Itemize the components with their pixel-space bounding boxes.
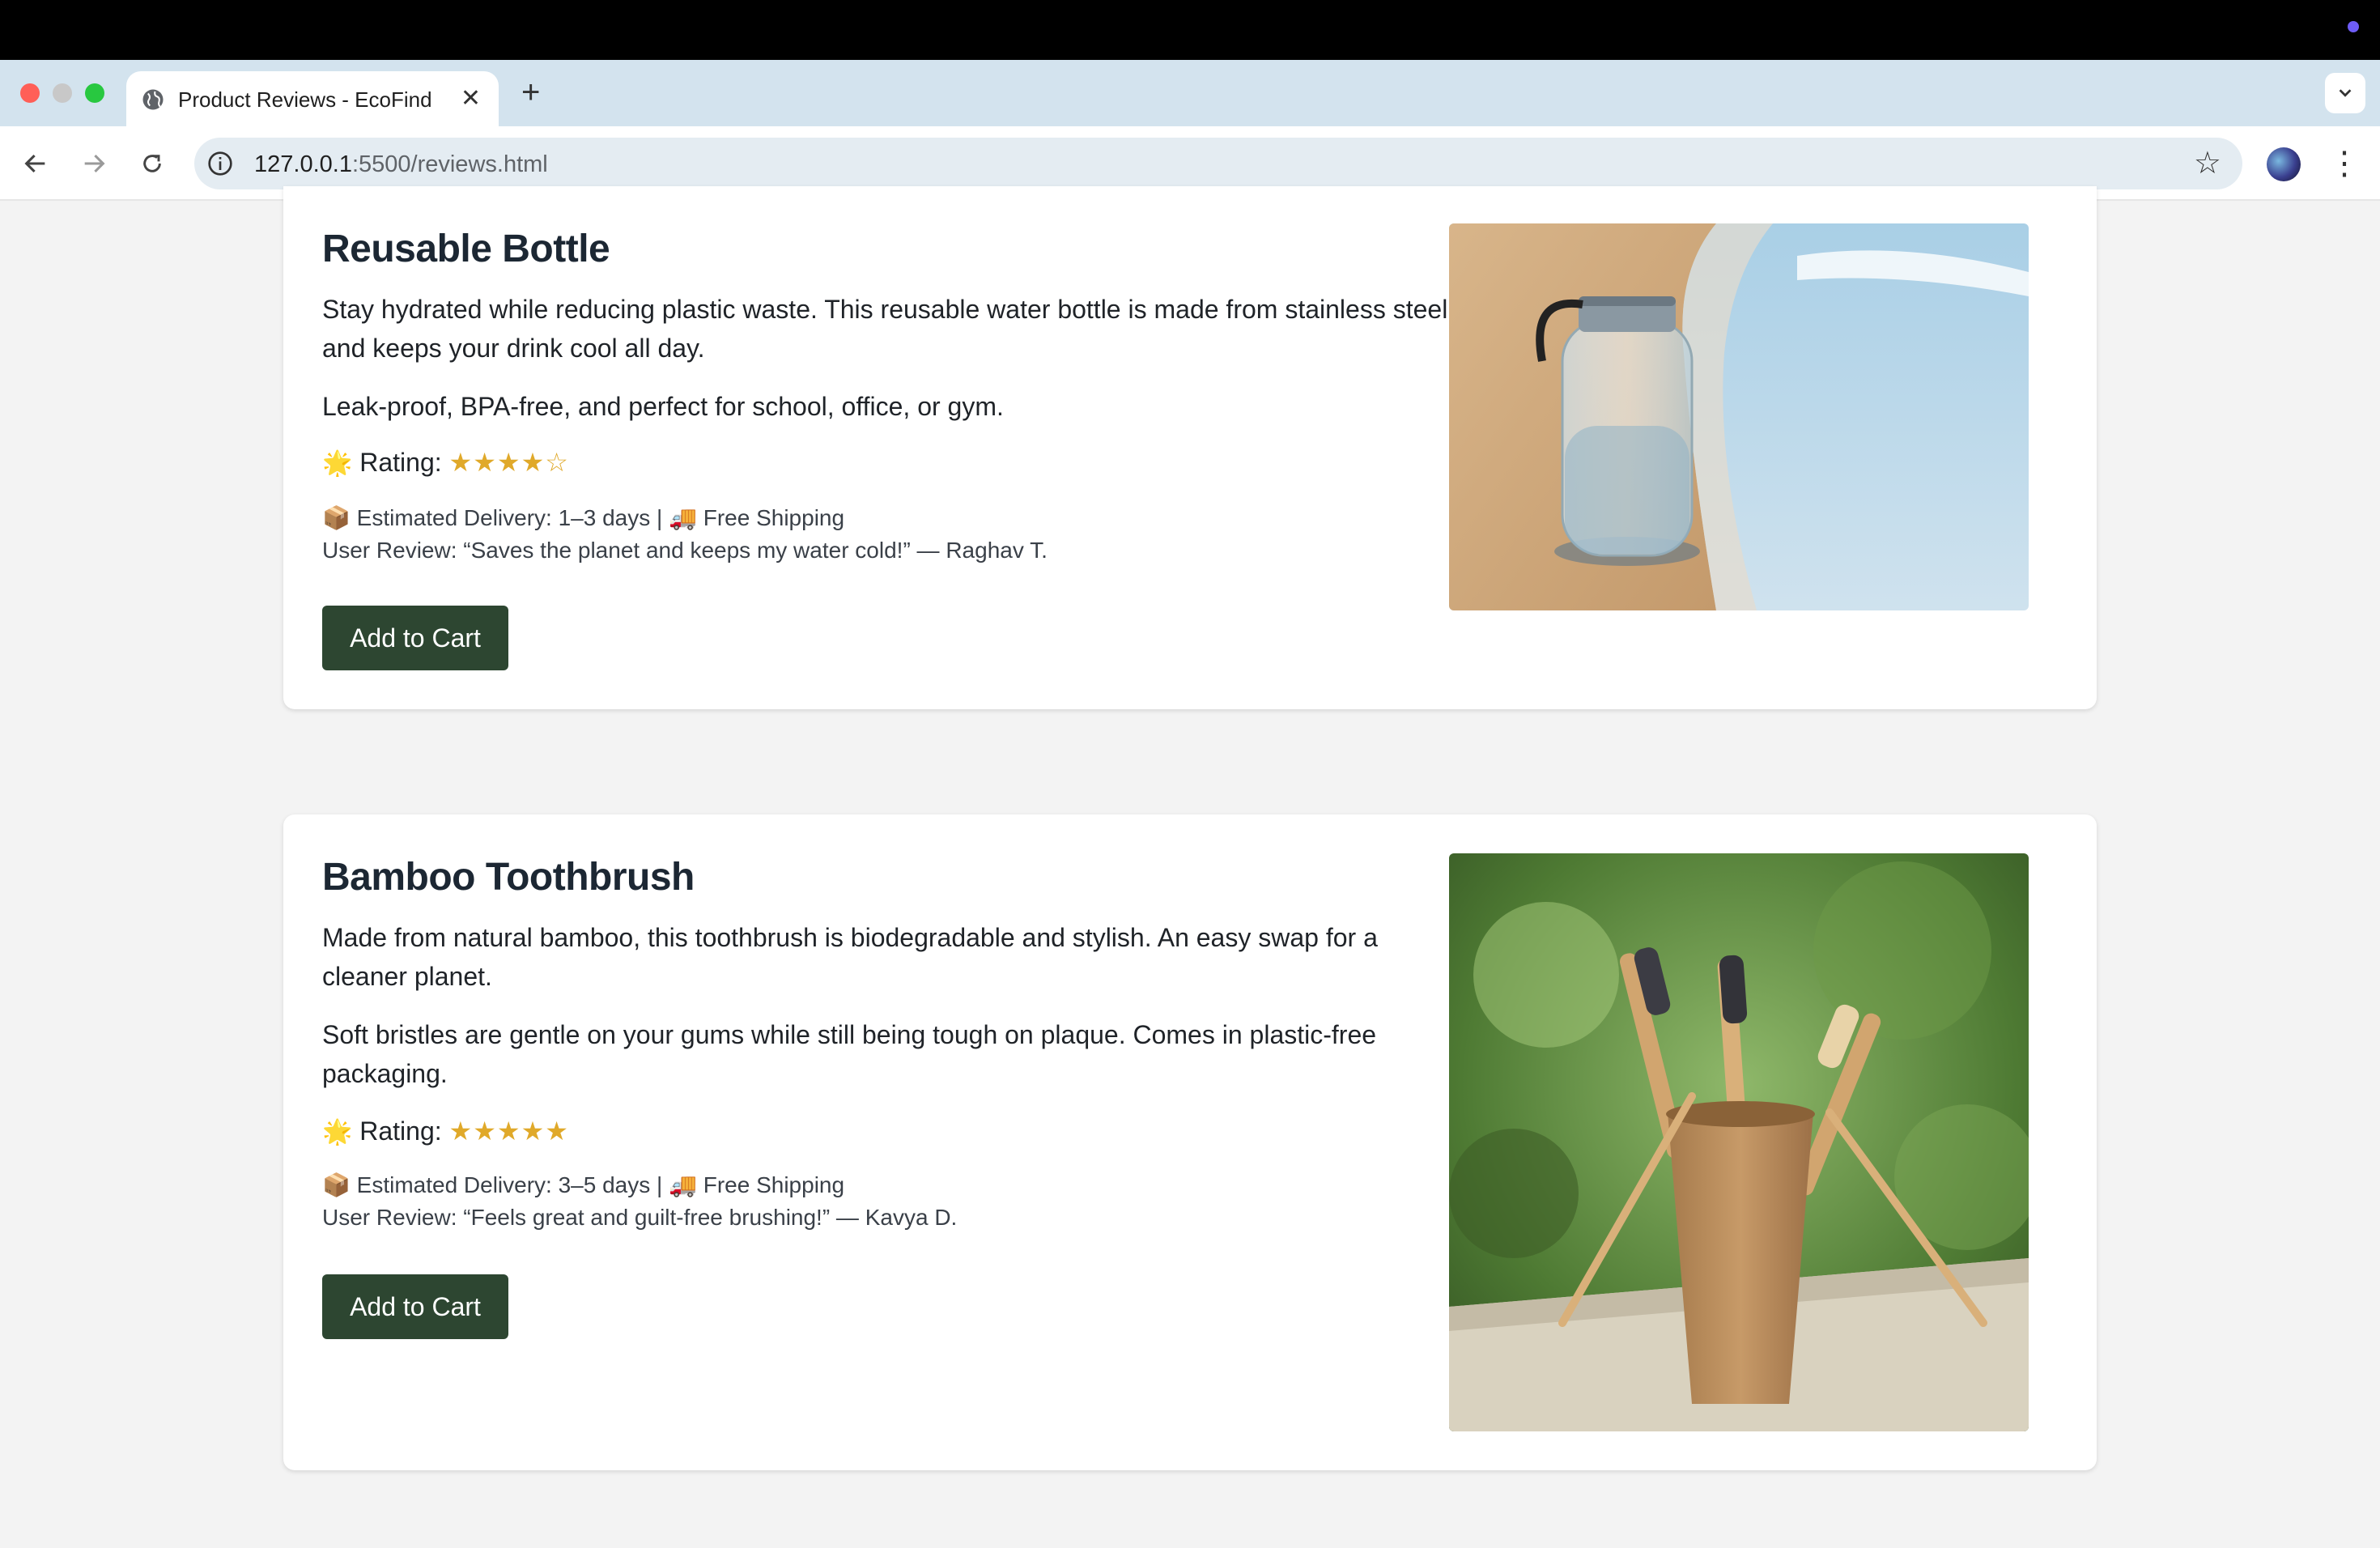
reload-icon: [143, 155, 161, 172]
arrow-right-icon: [84, 154, 105, 173]
globe-icon: [142, 89, 164, 110]
sparkle-icon: 🌟: [322, 1119, 353, 1146]
product-description-secondary: Leak-proof, BPA-free, and perfect for sc…: [322, 392, 1004, 421]
status-dot-icon: [2348, 21, 2359, 32]
forward-button[interactable]: [74, 144, 113, 183]
rating-stars: ★★★★★: [448, 1116, 569, 1146]
reload-button[interactable]: [133, 144, 172, 183]
product-title: Bamboo Toothbrush: [322, 856, 695, 899]
user-review: User Review: “Feels great and guilt-free…: [322, 1205, 958, 1230]
url-host: 127.0.0.1: [254, 151, 352, 177]
site-info-icon[interactable]: [207, 151, 233, 176]
bookmark-star-icon[interactable]: ☆: [2194, 144, 2221, 183]
product-title: Reusable Bottle: [322, 228, 610, 270]
user-review: User Review: “Saves the planet and keeps…: [322, 538, 1048, 563]
product-description: Made from natural bamboo, this toothbrus…: [322, 923, 1378, 991]
delivery-info: 📦 Estimated Delivery: 1–3 days | 🚚 Free …: [322, 505, 845, 530]
menu-kebab-icon[interactable]: ⋮: [2328, 142, 2361, 185]
rating-label: Rating:: [359, 1116, 442, 1146]
product-rating: 🌟 Rating: ★★★★☆: [322, 447, 569, 478]
address-bar[interactable]: 127.0.0.1:5500/reviews.html ☆: [194, 138, 2242, 189]
rating-label: Rating:: [359, 448, 442, 477]
toothbrush-image: [1449, 853, 2029, 1431]
delivery-info: 📦 Estimated Delivery: 3–5 days | 🚚 Free …: [322, 1172, 845, 1197]
menu-bar: [0, 0, 2380, 60]
rating-stars: ★★★★☆: [448, 448, 569, 477]
sparkle-icon: 🌟: [322, 450, 353, 477]
arrow-left-icon: [24, 154, 45, 173]
new-tab-button[interactable]: +: [521, 71, 540, 113]
profile-avatar[interactable]: [2267, 147, 2301, 181]
url-path: :5500/reviews.html: [351, 151, 548, 177]
tab-strip: Product Reviews - EcoFind ✕: [0, 60, 2380, 126]
bottle-image: [1449, 223, 2029, 610]
tab-close-icon[interactable]: ✕: [461, 85, 481, 113]
chevron-down-icon: [2339, 89, 2352, 97]
tab-title: Product Reviews - EcoFind: [178, 87, 432, 112]
product-description-secondary: Soft bristles are gentle on your gums wh…: [322, 1020, 1377, 1088]
add-to-cart-button[interactable]: Add to Cart: [322, 606, 508, 670]
product-card-reusable-bottle: Reusable Bottle Stay hydrated while redu…: [283, 186, 2097, 709]
tab-search-button[interactable]: [2325, 73, 2365, 113]
add-to-cart-button[interactable]: Add to Cart: [322, 1274, 508, 1339]
tab-product-reviews[interactable]: Product Reviews - EcoFind ✕: [126, 71, 499, 126]
product-card-bamboo-toothbrush: Bamboo Toothbrush Made from natural bamb…: [283, 814, 2097, 1470]
window-zoom-button[interactable]: [85, 83, 104, 103]
url-text[interactable]: 127.0.0.1:5500/reviews.html: [254, 151, 548, 178]
product-rating: 🌟 Rating: ★★★★★: [322, 1116, 569, 1146]
window-close-button[interactable]: [20, 83, 40, 103]
window-minimize-button[interactable]: [53, 83, 72, 103]
product-description: Stay hydrated while reducing plastic was…: [322, 295, 1448, 363]
back-button[interactable]: [16, 144, 55, 183]
